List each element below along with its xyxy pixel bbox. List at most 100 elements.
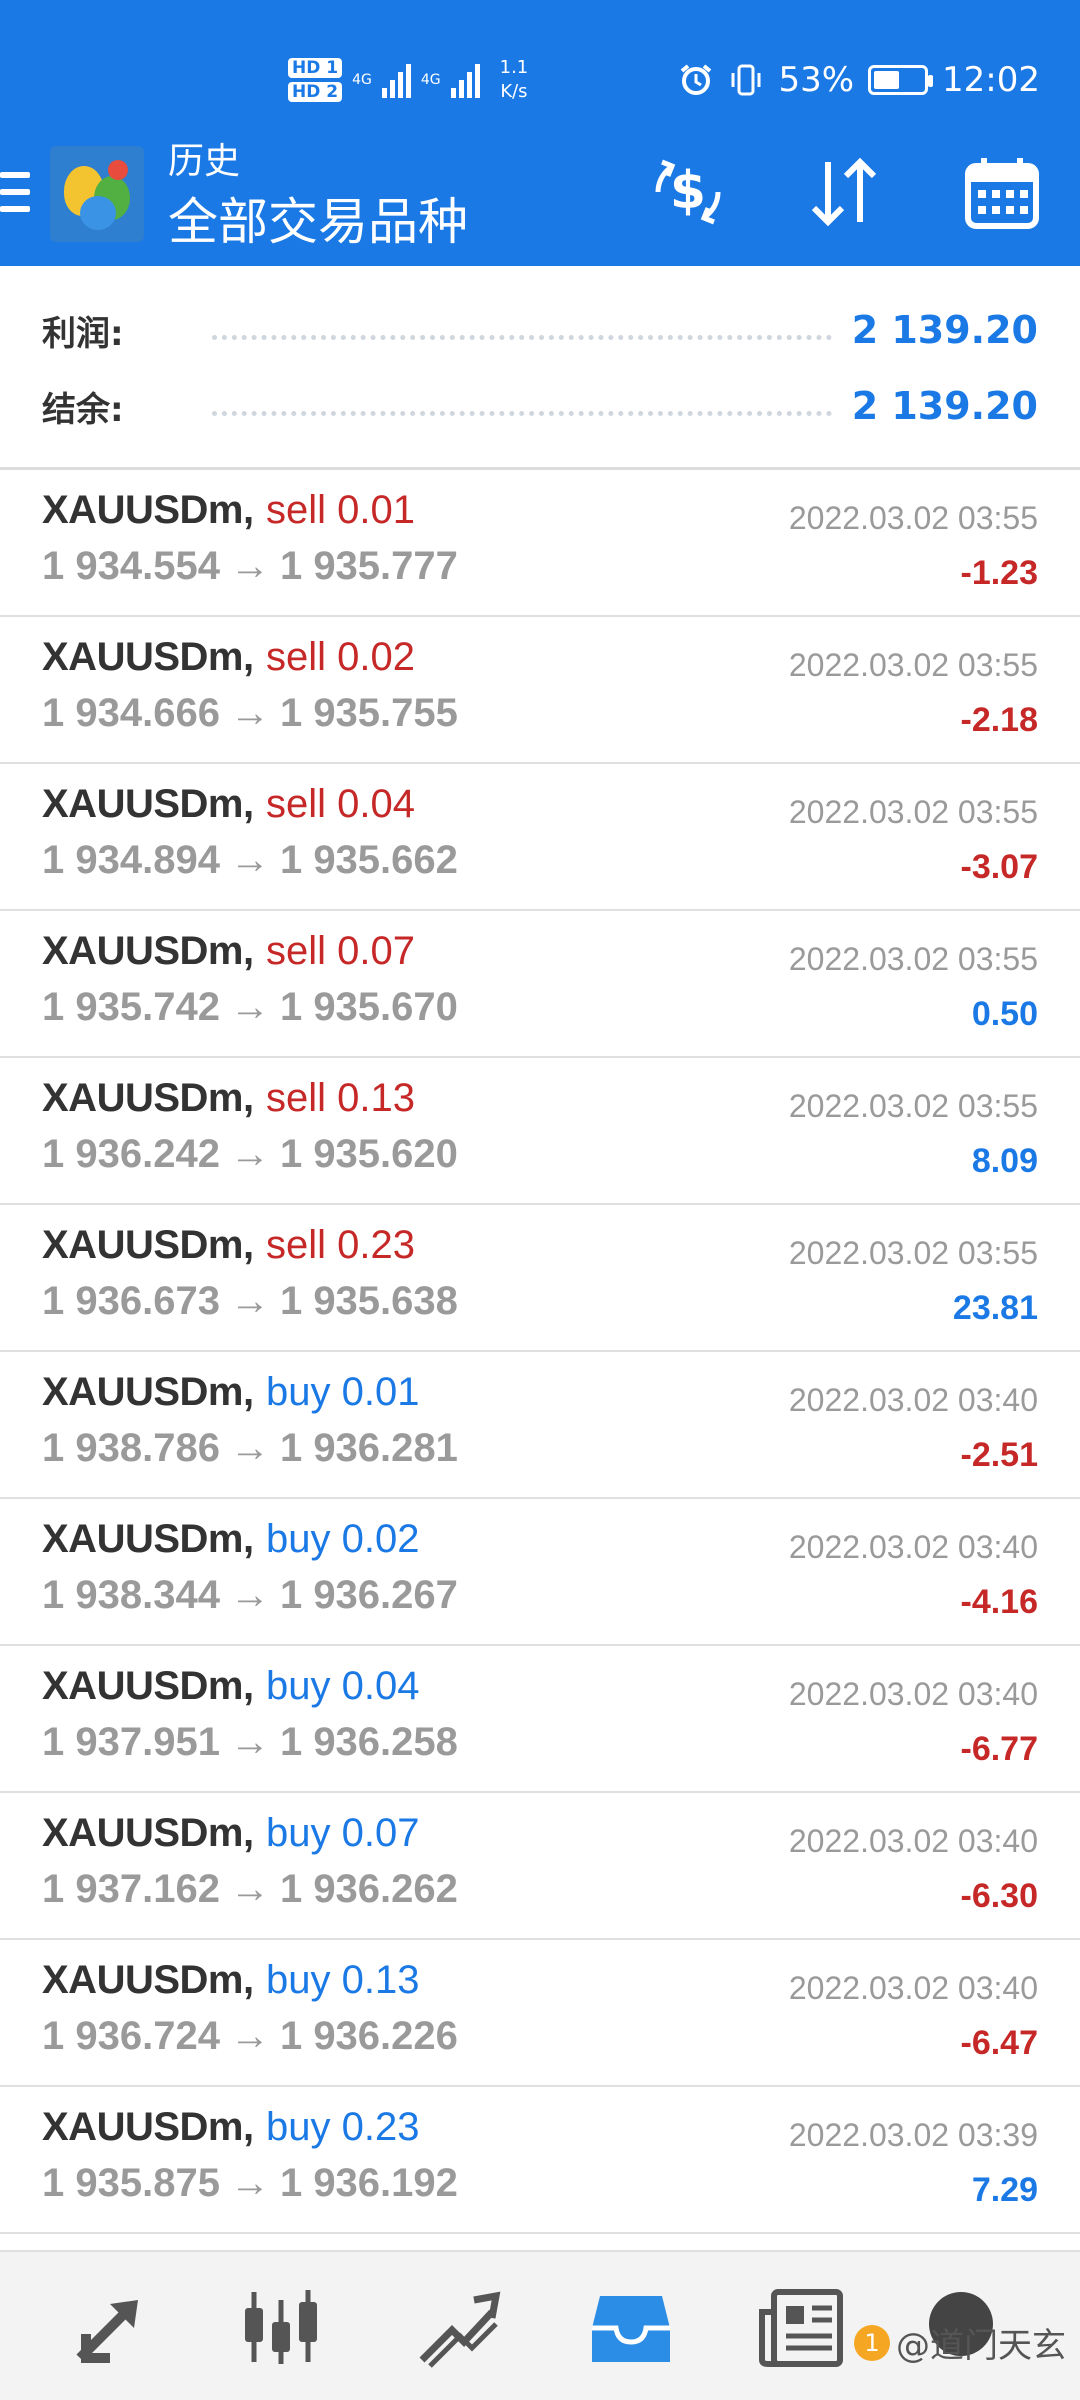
status-bar: HD 1 HD 2 4G 4G 1.1 K/s 53% 12:02 <box>0 0 1080 150</box>
balance-row: 结余: 2 139.20 <box>42 376 1038 436</box>
trade-time: 2022.03.02 03:40 <box>788 1382 1038 1418</box>
trade-prices: 1 934.554 → 1 935.777 <box>42 544 458 589</box>
trade-profit: -2.18 <box>960 701 1039 739</box>
menu-icon[interactable] <box>0 172 30 212</box>
trade-symbol: XAUUSDm, <box>42 929 254 973</box>
arrow-icon: → <box>229 1426 270 1470</box>
trade-symbol: XAUUSDm, <box>42 488 254 532</box>
trade-side: buy 0.01 <box>266 1370 420 1414</box>
trade-row[interactable]: XAUUSDm, buy 0.01 1 938.786 → 1 936.281 2022.… <box>0 1352 1080 1499</box>
svg-text:$: $ <box>670 161 706 221</box>
page-title[interactable]: 全部交易品种 <box>168 192 468 252</box>
trade-profit: 0.50 <box>971 995 1038 1033</box>
dotted-leader <box>212 410 832 416</box>
net-speed: 1.1 K/s <box>500 56 529 104</box>
trade-side: sell 0.04 <box>266 782 415 826</box>
battery-percent: 53% <box>778 60 855 100</box>
sim2-badge: HD 2 <box>288 82 343 102</box>
trade-time: 2022.03.02 03:55 <box>788 1235 1038 1271</box>
trade-row[interactable]: XAUUSDm, buy 0.04 1 937.951 → 1 936.258 2022.… <box>0 1646 1080 1793</box>
trade-side: buy 0.02 <box>266 1517 420 1561</box>
trade-prices: 1 936.724 → 1 936.226 <box>42 2014 458 2059</box>
trade-symbol: XAUUSDm, <box>42 1958 254 2002</box>
watermark-text: @道门天玄 <box>896 2326 1066 2366</box>
trade-side: sell 0.02 <box>266 635 415 679</box>
currency-filter-icon[interactable]: $ <box>648 152 728 232</box>
trade-row[interactable]: XAUUSDm, sell 0.01 1 934.554 → 1 935.777 2022… <box>0 470 1080 617</box>
net-speed-unit: K/s <box>500 81 528 102</box>
battery-level <box>874 71 900 89</box>
trade-row[interactable]: XAUUSDm, sell 0.13 1 936.242 → 1 935.620 2022… <box>0 1058 1080 1205</box>
trade-row[interactable]: XAUUSDm, sell 0.23 1 936.673 → 1 935.638 2022… <box>0 1205 1080 1352</box>
chart-icon[interactable] <box>236 2282 326 2372</box>
signal-2: 4G <box>421 72 441 88</box>
trade-open-price: 1 938.344 <box>42 1573 220 1617</box>
trade-prices: 1 937.162 → 1 936.262 <box>42 1867 458 1912</box>
trade-symbol: XAUUSDm, <box>42 1664 254 1708</box>
trade-close-price: 1 936.281 <box>279 1426 458 1470</box>
trade-open-price: 1 936.724 <box>42 2014 220 2058</box>
trade-prices: 1 935.875 → 1 936.192 <box>42 2161 458 2206</box>
top-app-bar: HD 1 HD 2 4G 4G 1.1 K/s 53% 12:02 历史 全部交… <box>0 0 1080 266</box>
trade-symbol: XAUUSDm, <box>42 635 254 679</box>
trade-row[interactable]: XAUUSDm, buy 0.13 1 936.724 → 1 936.226 2022.… <box>0 1940 1080 2087</box>
calendar-icon[interactable] <box>962 152 1042 232</box>
sim1-badge: HD 1 <box>288 58 343 78</box>
trade-open-price: 1 934.554 <box>42 544 220 588</box>
trade-history-list: XAUUSDm, sell 0.01 1 934.554 → 1 935.777 2022… <box>0 470 1080 2234</box>
trade-prices: 1 938.344 → 1 936.267 <box>42 1573 458 1618</box>
trade-close-price: 1 936.258 <box>279 1720 458 1764</box>
trade-row[interactable]: XAUUSDm, sell 0.04 1 934.894 → 1 935.662 2022… <box>0 764 1080 911</box>
trade-close-price: 1 935.638 <box>279 1279 458 1323</box>
trade-row[interactable]: XAUUSDm, buy 0.02 1 938.344 → 1 936.267 2022.… <box>0 1499 1080 1646</box>
arrow-icon: → <box>229 1720 270 1764</box>
trade-time: 2022.03.02 03:40 <box>788 1823 1038 1859</box>
trade-profit: -3.07 <box>960 848 1039 886</box>
sort-icon[interactable] <box>804 152 884 232</box>
status-right: 53% 12:02 <box>678 50 1040 110</box>
arrow-icon: → <box>229 2161 270 2205</box>
trade-time: 2022.03.02 03:55 <box>788 794 1038 830</box>
trade-time: 2022.03.02 03:55 <box>788 941 1038 977</box>
signal-icon <box>381 62 411 98</box>
trade-prices: 1 934.894 → 1 935.662 <box>42 838 458 883</box>
trade-icon[interactable] <box>412 2282 502 2372</box>
trade-open-price: 1 935.742 <box>42 985 220 1029</box>
vibrate-icon <box>731 64 761 96</box>
watermark: 1 @道门天玄 <box>854 2318 1066 2367</box>
status-left: HD 1 HD 2 4G 4G 1.1 K/s <box>288 50 528 110</box>
trade-row[interactable]: XAUUSDm, buy 0.07 1 937.162 → 1 936.262 2022.… <box>0 1793 1080 1940</box>
trade-profit: -4.16 <box>960 1583 1039 1621</box>
arrow-icon: → <box>229 544 270 588</box>
sim-indicators: HD 1 HD 2 <box>288 58 343 102</box>
trade-symbol: XAUUSDm, <box>42 1370 254 1414</box>
trade-time: 2022.03.02 03:55 <box>788 500 1038 536</box>
trade-row[interactable]: XAUUSDm, sell 0.02 1 934.666 → 1 935.755 2022… <box>0 617 1080 764</box>
profit-label: 利润: <box>42 313 124 354</box>
trade-open-price: 1 938.786 <box>42 1426 220 1470</box>
trade-profit: 23.81 <box>952 1289 1038 1327</box>
arrow-icon: → <box>229 838 270 882</box>
trade-profit: -6.47 <box>960 2024 1039 2062</box>
quotes-icon[interactable] <box>66 2282 156 2372</box>
arrow-icon: → <box>229 691 270 735</box>
trade-open-price: 1 936.673 <box>42 1279 220 1323</box>
net-speed-value: 1.1 <box>499 57 529 78</box>
history-icon[interactable] <box>586 2282 676 2372</box>
arrow-icon: → <box>229 985 270 1029</box>
balance-value: 2 139.20 <box>851 384 1038 428</box>
news-icon[interactable] <box>756 2282 846 2372</box>
trade-profit: -6.77 <box>960 1730 1039 1768</box>
trade-side: sell 0.13 <box>266 1076 415 1120</box>
trade-row[interactable]: XAUUSDm, buy 0.23 1 935.875 → 1 936.192 2022.… <box>0 2087 1080 2234</box>
trade-time: 2022.03.02 03:40 <box>788 1676 1038 1712</box>
trade-close-price: 1 936.262 <box>279 1867 458 1911</box>
clock: 12:02 <box>942 60 1040 100</box>
trade-side: sell 0.01 <box>266 488 415 532</box>
trade-side: buy 0.07 <box>266 1811 420 1855</box>
trade-profit: -6.30 <box>960 1877 1039 1915</box>
trade-close-price: 1 936.267 <box>279 1573 458 1617</box>
net-type-1: 4G <box>352 72 372 88</box>
trade-row[interactable]: XAUUSDm, sell 0.07 1 935.742 → 1 935.670 2022… <box>0 911 1080 1058</box>
trade-side: sell 0.23 <box>266 1223 415 1267</box>
